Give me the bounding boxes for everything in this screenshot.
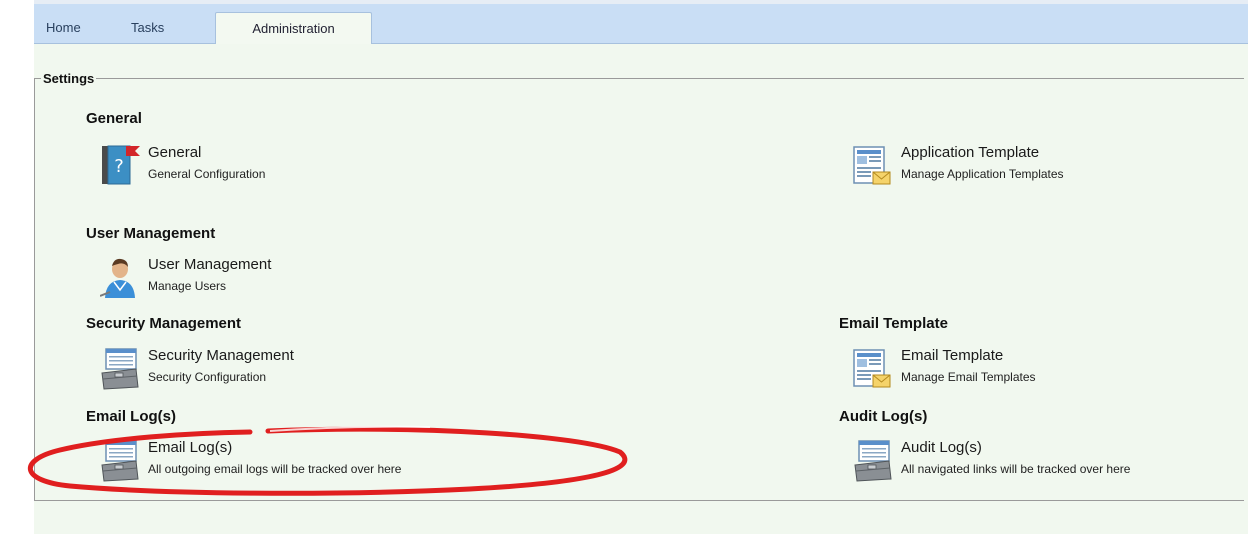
user-icon (100, 258, 135, 298)
email-logs-item[interactable]: Email Log(s) All outgoing email logs wil… (100, 439, 500, 485)
tab-tasks[interactable]: Tasks (131, 12, 164, 43)
tab-bar: Home Tasks Administration (34, 4, 1248, 45)
toolbox-icon (101, 348, 139, 390)
user-management-title: User Management (148, 256, 272, 273)
email-template-title: Email Template (901, 347, 1004, 364)
toolbox-icon (854, 440, 892, 482)
security-management-title: Security Management (148, 347, 294, 364)
email-logs-heading: Email Log(s) (86, 408, 177, 425)
general-item[interactable]: ? General General Configuration (100, 144, 350, 190)
email-template-description: Manage Email Templates (901, 370, 1036, 384)
audit-logs-item[interactable]: Audit Log(s) All navigated links will be… (853, 439, 1233, 485)
application-template-title: Application Template (901, 144, 1040, 161)
email-template-heading: Email Template (839, 315, 948, 332)
user-management-heading: User Management (86, 225, 216, 242)
svg-text:?: ? (114, 156, 124, 177)
audit-logs-description: All navigated links will be tracked over… (901, 462, 1131, 476)
help-book-icon: ? (102, 145, 140, 185)
audit-logs-heading: Audit Log(s) (839, 408, 928, 425)
email-template-icon (853, 349, 891, 388)
admin-content: Settings General ? General General Confi… (34, 44, 1248, 534)
settings-legend: Settings (43, 71, 95, 86)
email-logs-title: Email Log(s) (148, 439, 233, 456)
application-template-description: Manage Application Templates (901, 167, 1064, 181)
tab-administration[interactable]: Administration (215, 12, 372, 45)
user-management-description: Manage Users (148, 279, 227, 293)
application-template-item[interactable]: Application Template Manage Application … (853, 144, 1153, 190)
general-heading: General (86, 110, 142, 127)
general-title: General (148, 144, 202, 161)
toolbox-icon (101, 440, 139, 482)
security-management-heading: Security Management (86, 315, 242, 332)
tab-home[interactable]: Home (46, 12, 81, 43)
security-management-item[interactable]: Security Management Security Configurati… (100, 347, 380, 393)
security-management-description: Security Configuration (148, 370, 267, 384)
audit-logs-title: Audit Log(s) (901, 439, 982, 456)
user-management-item[interactable]: User Management Manage Users (100, 256, 350, 302)
general-description: General Configuration (148, 167, 266, 181)
email-logs-description: All outgoing email logs will be tracked … (148, 462, 402, 476)
email-template-icon (853, 146, 891, 185)
email-template-item[interactable]: Email Template Manage Email Templates (853, 347, 1133, 393)
